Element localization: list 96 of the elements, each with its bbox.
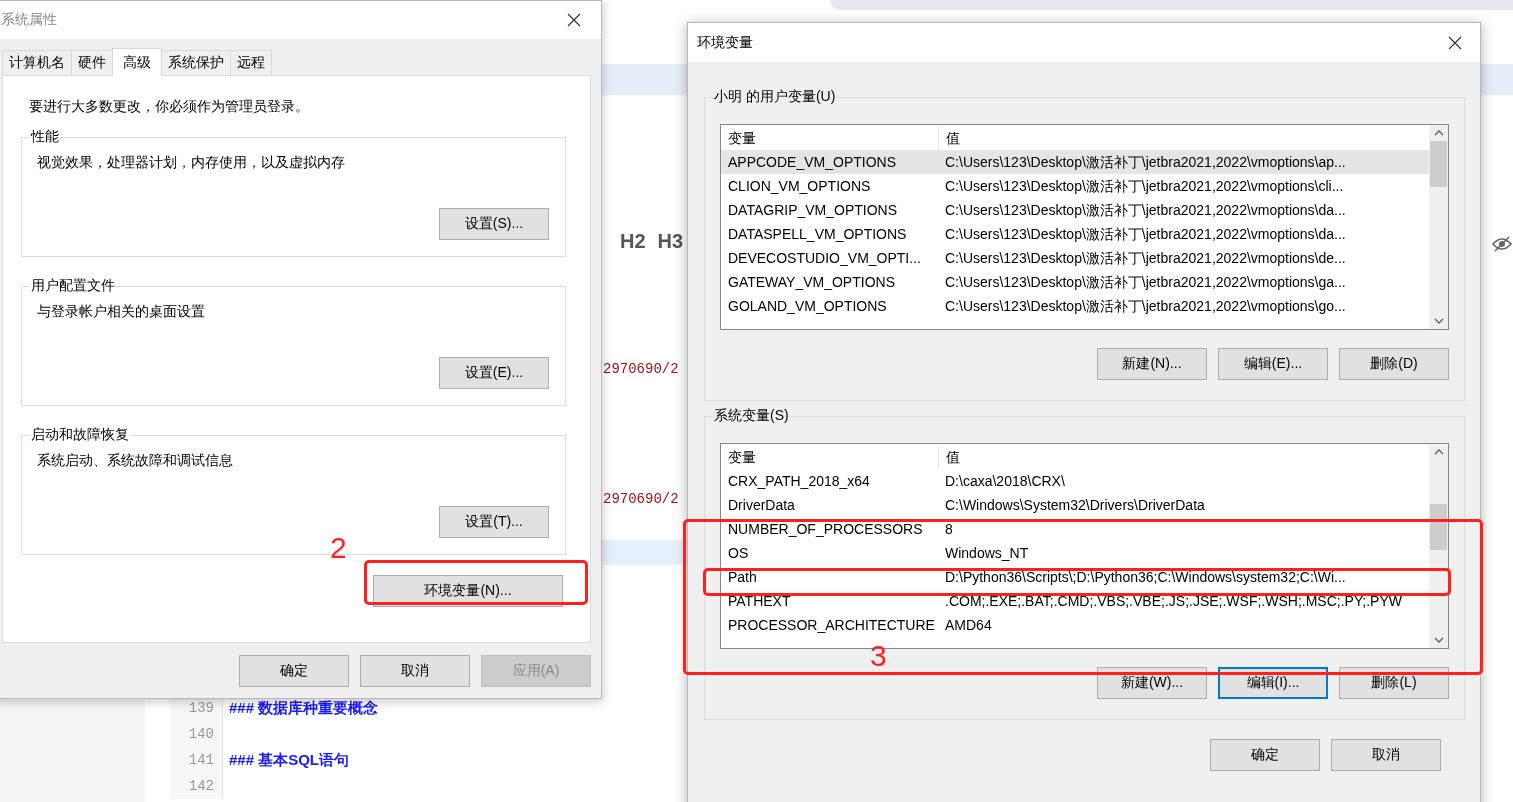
- scrollbar[interactable]: [1429, 125, 1448, 329]
- list-row[interactable]: CRX_PATH_2018_x64 D:\caxa\2018\CRX\: [721, 469, 1429, 493]
- group-description: 与登录帐户相关的桌面设置: [37, 303, 206, 321]
- list-button[interactable]: 删除(L): [1339, 667, 1449, 699]
- environment-variables-button[interactable]: 环境变量(N)...: [373, 575, 563, 607]
- group-description: 系统启动、系统故障和调试信息: [37, 452, 234, 470]
- window-title: 系统属性: [1, 11, 57, 29]
- annotation-number: 3: [870, 643, 887, 669]
- code-text: 2970690/2: [603, 361, 679, 377]
- list-row[interactable]: DATAGRIP_VM_OPTIONS C:\Users\123\Desktop\激活补丁\jetbra2021,2022\vmoptions\da...: [721, 198, 1429, 222]
- notice-text: 要进行大多数更改，你必须作为管理员登录。: [29, 98, 310, 116]
- variable-value: C:\Users\123\Desktop\激活补丁\jetbra2021,2022\vmoptions\de...: [944, 249, 1347, 268]
- variable-value: C:\Users\123\Desktop\激活补丁\jetbra2021,2022\vmoptions\ga...: [944, 273, 1347, 292]
- close-icon: [1448, 35, 1462, 50]
- variable-name: GOLAND_VM_OPTIONS: [727, 297, 888, 316]
- variable-value: D:\caxa\2018\CRX\: [944, 472, 1066, 491]
- list-row[interactable]: NUMBER_OF_PROCESSORS 8: [721, 517, 1429, 541]
- close-icon: [567, 13, 581, 27]
- variable-value: C:\Users\123\Desktop\激活补丁\jetbra2021,2022\vmoptions\da...: [944, 225, 1347, 244]
- variable-value: Windows_NT: [944, 544, 1030, 563]
- tab[interactable]: 远程: [230, 50, 272, 75]
- list-row[interactable]: PROCESSOR_ARCHITECTURE AMD64: [721, 613, 1429, 637]
- dialog-button[interactable]: 取消: [360, 655, 470, 687]
- column-header[interactable]: 变量: [721, 445, 939, 469]
- scrollbar[interactable]: [1429, 444, 1448, 648]
- annotation-number: 2: [330, 535, 347, 561]
- code-line: ### 数据库种重要概念: [228, 698, 379, 718]
- list-button[interactable]: 新建(W)...: [1097, 667, 1207, 699]
- line-number: 141: [170, 747, 223, 773]
- eye-icon[interactable]: [1492, 236, 1512, 252]
- dialog-button[interactable]: 确定: [239, 655, 349, 687]
- toolbar-button[interactable]: H2: [620, 230, 646, 253]
- variable-name: DEVECOSTUDIO_VM_OPTI...: [727, 249, 922, 268]
- list-button[interactable]: 编辑(I)...: [1218, 667, 1328, 699]
- scroll-down-icon[interactable]: [1433, 318, 1444, 324]
- variable-name: CRX_PATH_2018_x64: [727, 472, 871, 491]
- code-text: 2970690/2: [603, 491, 679, 507]
- variable-value: C:\Users\123\Desktop\激活补丁\jetbra2021,2022\vmoptions\cli...: [944, 177, 1345, 196]
- list-row[interactable]: DATASPELL_VM_OPTIONS C:\Users\123\Desktop\激活补丁\jetbra2021,2022\vmoptions\da...: [721, 222, 1429, 246]
- list-row[interactable]: DriverData C:\Windows\System32\Drivers\DriverData: [721, 493, 1429, 517]
- group-title: 系统变量(S): [713, 407, 790, 425]
- window-title: 环境变量: [697, 33, 753, 52]
- variable-list[interactable]: [720, 124, 1449, 330]
- group-title: 小明 的用户变量(U): [713, 88, 837, 106]
- line-number: 140: [170, 721, 223, 747]
- group-description: 视觉效果，处理器计划，内存使用，以及虚拟内存: [37, 154, 346, 172]
- list-row[interactable]: GOLAND_VM_OPTIONS C:\Users\123\Desktop\激活补丁\jetbra2021,2022\vmoptions\go...: [721, 294, 1429, 318]
- group-title: 启动和故障恢复: [30, 426, 130, 444]
- variable-name: DATASPELL_VM_OPTIONS: [727, 225, 908, 244]
- settings-button[interactable]: 设置(T)...: [439, 506, 549, 538]
- list-row[interactable]: APPCODE_VM_OPTIONS C:\Users\123\Desktop\激活补丁\jetbra2021,2022\vmoptions\ap...: [721, 150, 1429, 174]
- list-row[interactable]: Path D:\Python36\Scripts\;D:\Python36;C:\Windows\system32;C:\Wi...: [721, 565, 1429, 589]
- settings-button[interactable]: 设置(S)...: [439, 208, 549, 240]
- tab[interactable]: 计算机名: [2, 50, 72, 75]
- variable-value: .COM;.EXE;.BAT;.CMD;.VBS;.VBE;.JS;.JSE;.WSF;.WSH;.MSC;.PY;.PYW: [944, 592, 1403, 611]
- variable-name: PATHEXT: [727, 592, 792, 611]
- variable-name: APPCODE_VM_OPTIONS: [727, 153, 898, 172]
- variable-name: GATEWAY_VM_OPTIONS: [727, 273, 896, 292]
- group-title: 性能: [30, 128, 60, 146]
- variable-value: AMD64: [944, 616, 993, 635]
- scrollbar-thumb[interactable]: [1430, 504, 1447, 550]
- column-header[interactable]: 值: [939, 126, 1429, 150]
- group-title: 用户配置文件: [30, 277, 116, 295]
- scroll-down-icon[interactable]: [1433, 637, 1444, 643]
- variable-value: C:\Windows\System32\Drivers\DriverData: [944, 496, 1206, 515]
- variable-value: C:\Users\123\Desktop\激活补丁\jetbra2021,2022\vmoptions\go...: [944, 297, 1347, 316]
- list-row[interactable]: PATHEXT .COM;.EXE;.BAT;.CMD;.VBS;.VBE;.JS;.JSE;.WSF;.WSH;.MSC;.PY;.PYW: [721, 589, 1429, 613]
- scroll-up-icon[interactable]: [1433, 449, 1444, 455]
- scroll-up-icon[interactable]: [1433, 130, 1444, 136]
- variable-value: D:\Python36\Scripts\;D:\Python36;C:\Windows\system32;C:\Wi...: [944, 568, 1347, 587]
- settings-button[interactable]: 设置(E)...: [439, 357, 549, 389]
- column-header[interactable]: 值: [939, 445, 1429, 469]
- list-button[interactable]: 新建(N)...: [1097, 348, 1207, 380]
- dialog-button[interactable]: 确定: [1210, 739, 1320, 771]
- variable-name: DATAGRIP_VM_OPTIONS: [727, 201, 899, 220]
- list-button[interactable]: 删除(D): [1339, 348, 1449, 380]
- variable-name: CLION_VM_OPTIONS: [727, 177, 872, 196]
- toolbar-button[interactable]: H3: [657, 230, 684, 253]
- variable-name: PROCESSOR_ARCHITECTURE: [727, 616, 936, 635]
- list-row[interactable]: GATEWAY_VM_OPTIONS C:\Users\123\Desktop\激活补丁\jetbra2021,2022\vmoptions\ga...: [721, 270, 1429, 294]
- variable-value: 8: [944, 520, 954, 539]
- list-button[interactable]: 编辑(E)...: [1218, 348, 1328, 380]
- list-row[interactable]: CLION_VM_OPTIONS C:\Users\123\Desktop\激活补丁\jetbra2021,2022\vmoptions\cli...: [721, 174, 1429, 198]
- variable-name: NUMBER_OF_PROCESSORS: [727, 520, 924, 539]
- list-row[interactable]: OS Windows_NT: [721, 541, 1429, 565]
- variable-value: C:\Users\123\Desktop\激活补丁\jetbra2021,2022\vmoptions\ap...: [944, 153, 1347, 172]
- tab[interactable]: 高级: [112, 48, 162, 76]
- scrollbar-thumb[interactable]: [1430, 141, 1447, 187]
- list-row[interactable]: DEVECOSTUDIO_VM_OPTI... C:\Users\123\Desktop\激活补丁\jetbra2021,2022\vmoptions\de...: [721, 246, 1429, 270]
- line-number: 142: [170, 773, 223, 799]
- dialog-button[interactable]: 取消: [1331, 739, 1441, 771]
- variable-value: C:\Users\123\Desktop\激活补丁\jetbra2021,2022\vmoptions\da...: [944, 201, 1347, 220]
- variable-name: Path: [727, 568, 758, 587]
- variable-name: DriverData: [727, 496, 796, 515]
- code-line: ### 基本SQL语句: [228, 750, 350, 770]
- variable-name: OS: [727, 544, 750, 563]
